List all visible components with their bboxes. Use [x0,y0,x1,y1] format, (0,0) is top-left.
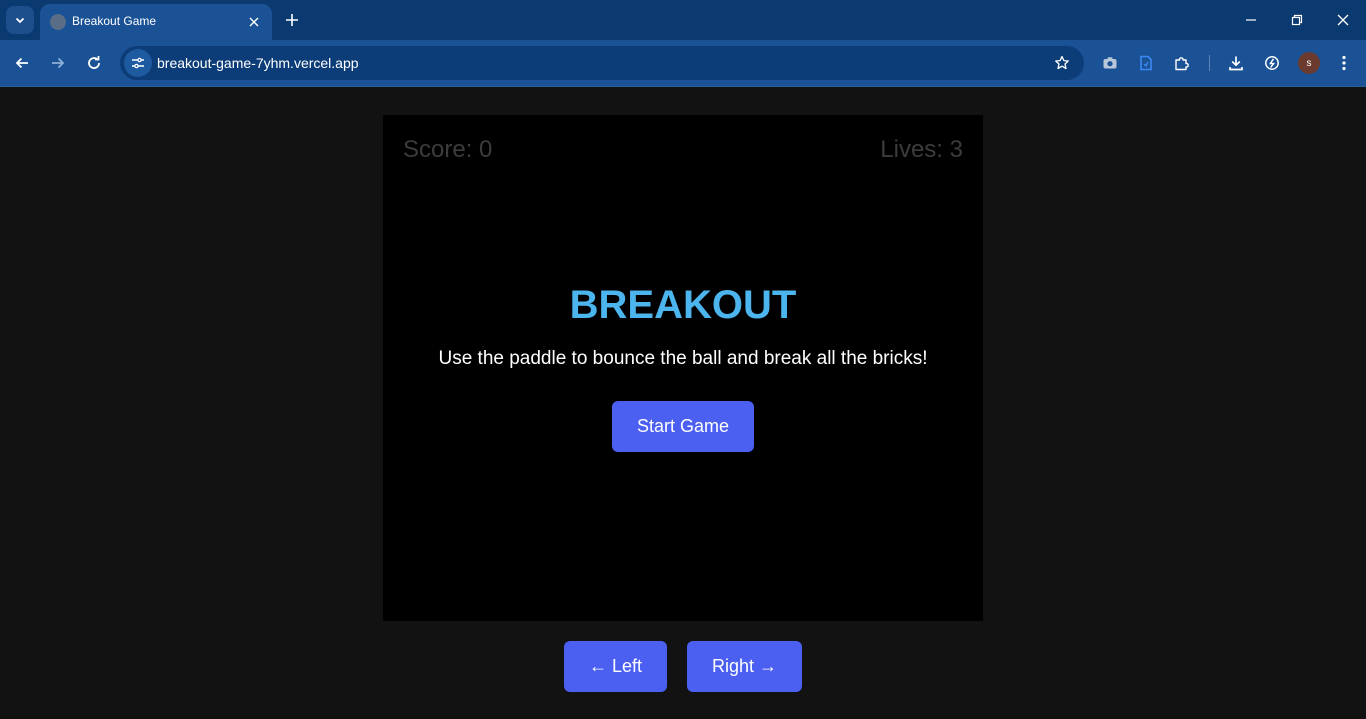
close-icon [1337,14,1349,26]
performance-button[interactable] [1258,49,1286,77]
forward-button[interactable] [44,49,72,77]
browser-toolbar: breakout-game-7yhm.vercel.app s [0,40,1366,86]
speedometer-icon [1265,56,1279,70]
menu-button[interactable] [1330,49,1358,77]
game-instructions: Use the paddle to bounce the ball and br… [438,348,928,369]
start-game-button[interactable]: Start Game [612,401,754,452]
extensions-button[interactable] [1168,49,1196,77]
arrow-left-icon [15,57,28,69]
url-text: breakout-game-7yhm.vercel.app [157,55,359,71]
back-button[interactable] [8,49,36,77]
toolbar-divider [1209,55,1210,71]
bookmark-button[interactable] [1050,51,1074,75]
move-left-button[interactable]: ← Left [564,641,667,692]
arrow-right-icon [52,57,65,69]
tab-breakout-game[interactable]: Breakout Game [40,4,272,40]
document-icon [1140,55,1152,71]
tab-close-button[interactable] [244,12,264,32]
reload-button[interactable] [80,49,108,77]
plus-icon [286,14,298,26]
tab-strip: Breakout Game [0,0,1366,40]
address-bar[interactable]: breakout-game-7yhm.vercel.app [120,46,1084,80]
puzzle-icon [1175,57,1189,71]
restore-button[interactable] [1283,6,1311,34]
tab-search-button[interactable] [6,6,34,34]
tab-title: Breakout Game [72,14,157,28]
download-icon [1229,56,1243,71]
more-vertical-icon [1342,55,1346,71]
game-canvas[interactable]: Score: 0 Lives: 3 BREAKOUT Use the paddl… [383,115,983,621]
minimize-button[interactable] [1237,6,1265,34]
toolbar-border [0,86,1366,87]
profile-avatar[interactable]: s [1298,52,1320,74]
game-title: BREAKOUT [569,283,797,327]
site-info-button[interactable] [124,49,152,77]
lives-display: Lives: 3 [880,136,963,163]
downloads-button[interactable] [1222,49,1250,77]
globe-icon [50,14,66,30]
new-tab-button[interactable] [280,8,304,32]
close-window-button[interactable] [1329,6,1357,34]
restore-icon [1291,14,1303,26]
camera-icon [1103,57,1117,69]
star-icon [1055,55,1069,70]
minimize-icon [1246,19,1256,21]
document-extension-button[interactable] [1132,49,1160,77]
score-display: Score: 0 [403,136,493,163]
close-icon [249,17,259,27]
tune-icon [132,57,144,69]
chevron-down-icon [15,17,25,24]
screenshot-extension-button[interactable] [1096,49,1124,77]
reload-icon [88,56,100,69]
move-right-button[interactable]: Right → [687,641,802,692]
